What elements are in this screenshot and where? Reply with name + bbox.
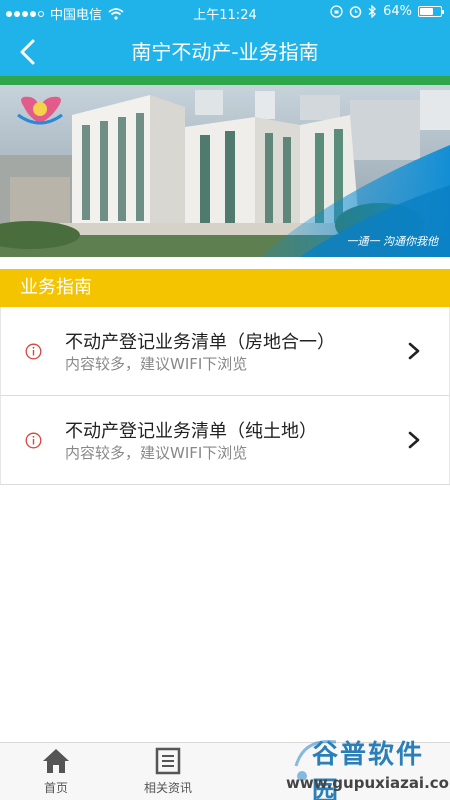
- battery-icon: [418, 6, 444, 17]
- tab-news[interactable]: 相关资讯: [112, 747, 224, 796]
- tab-home-label: 首页: [43, 781, 68, 795]
- chevron-right-icon: [408, 342, 420, 360]
- navigation-bar: 中国电信 上午11:24 64% 南宁不动产-业务指南: [0, 0, 450, 76]
- banner-caption: 一通一 沟通你我他: [346, 235, 439, 248]
- list-item[interactable]: 不动产登记业务清单（纯土地） 内容较多，建议WIFI下浏览: [0, 396, 450, 485]
- info-icon: [25, 432, 42, 449]
- chevron-right-icon: [408, 431, 420, 449]
- watermark-url: www.gupuxiazai.com: [286, 774, 450, 792]
- list-item-title: 不动产登记业务清单（纯土地）: [65, 421, 317, 442]
- bluetooth-icon: [368, 5, 377, 18]
- section-header: 业务指南: [0, 269, 450, 307]
- tab-home[interactable]: 首页: [0, 747, 112, 796]
- banner-image: 一通一 沟通你我他: [0, 85, 450, 257]
- alarm-icon: [349, 6, 362, 18]
- accent-strip: [0, 76, 450, 85]
- guide-list: 不动产登记业务清单（房地合一） 内容较多，建议WIFI下浏览 不动产登记业务清单…: [0, 307, 450, 485]
- list-item-subtitle: 内容较多，建议WIFI下浏览: [65, 444, 248, 462]
- rotation-lock-icon: [330, 5, 343, 18]
- page-title: 南宁不动产-业务指南: [131, 40, 319, 64]
- list-item-subtitle: 内容较多，建议WIFI下浏览: [65, 355, 248, 373]
- document-icon: [155, 747, 181, 775]
- tab-news-label: 相关资讯: [143, 781, 192, 795]
- watermark: 谷普软件园 www.gupuxiazai.com: [246, 728, 450, 800]
- battery-percent: 64%: [383, 4, 412, 19]
- list-item[interactable]: 不动产登记业务清单（房地合一） 内容较多，建议WIFI下浏览: [0, 307, 450, 396]
- status-bar: 中国电信 上午11:24 64%: [0, 0, 450, 24]
- info-icon: [25, 343, 42, 360]
- list-item-title: 不动产登记业务清单（房地合一）: [65, 332, 335, 353]
- home-icon: [43, 749, 69, 773]
